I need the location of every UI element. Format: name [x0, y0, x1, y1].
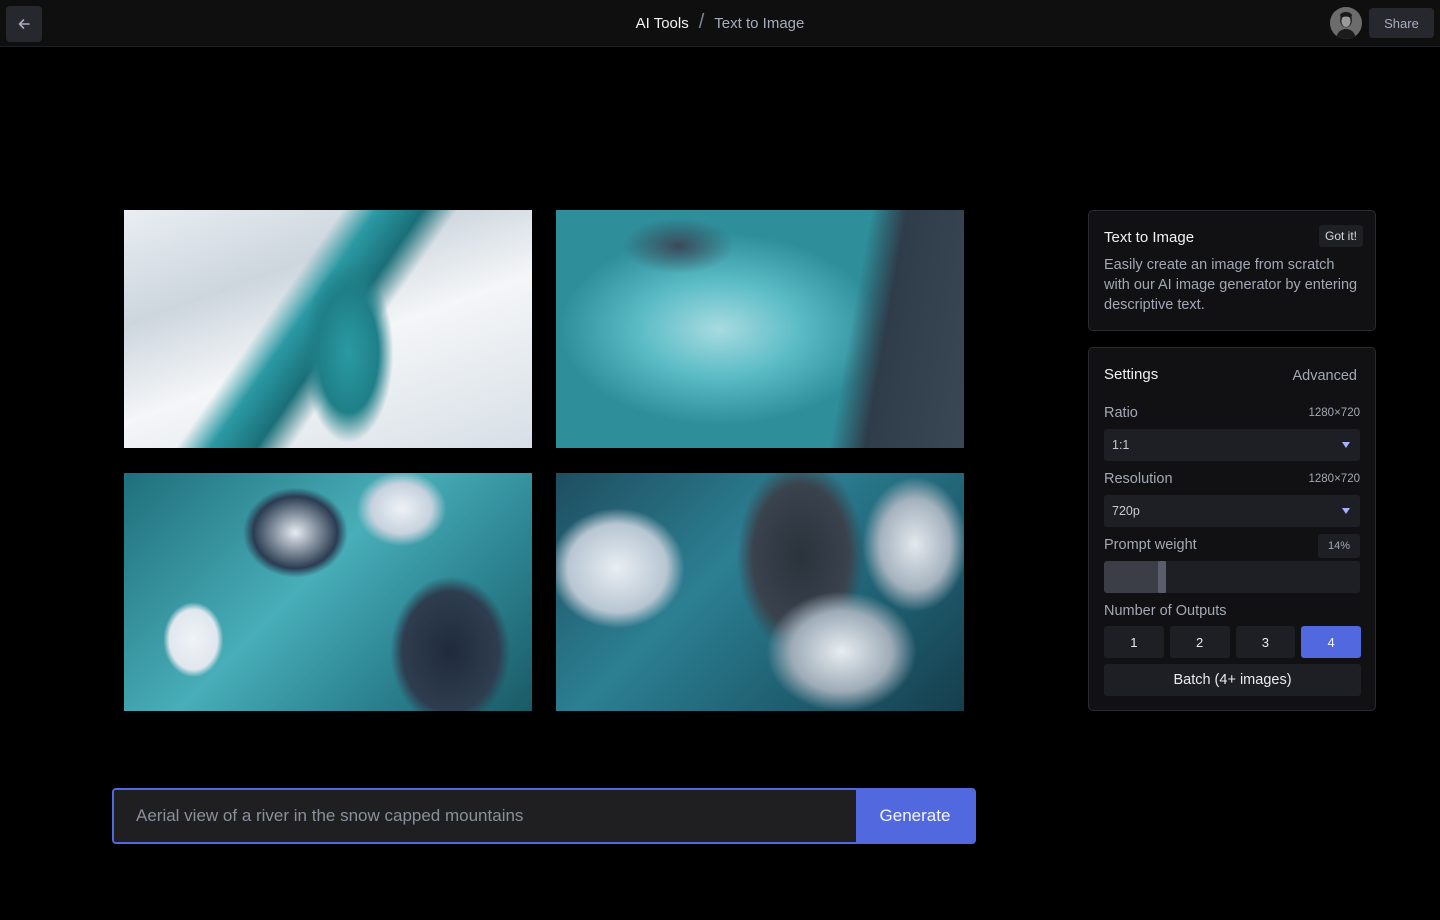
breadcrumb-ai-tools[interactable]: AI Tools: [636, 15, 689, 32]
prompt-weight-value: 14%: [1318, 534, 1360, 558]
got-it-button[interactable]: Got it!: [1319, 225, 1363, 247]
output-option-4[interactable]: 4: [1301, 626, 1361, 658]
prompt-weight-label: Prompt weight: [1104, 537, 1197, 553]
resolution-value: 720p: [1112, 504, 1140, 518]
prompt-input[interactable]: [114, 790, 856, 842]
ratio-dimensions: 1280×720: [1308, 407, 1361, 419]
breadcrumb: AI Tools / Text to Image: [0, 0, 1440, 46]
breadcrumb-current: Text to Image: [714, 14, 805, 32]
info-description: Easily create an image from scratch with…: [1104, 257, 1358, 313]
slider-fill: [1104, 561, 1166, 593]
outputs-selector: 1 2 3 4: [1104, 626, 1361, 658]
settings-panel: Settings Advanced Ratio 1280×720 1:1 Res…: [1088, 347, 1376, 711]
generated-image-3[interactable]: [124, 473, 532, 711]
user-avatar[interactable]: [1330, 7, 1362, 39]
outputs-label: Number of Outputs: [1104, 603, 1227, 619]
advanced-link[interactable]: Advanced: [1293, 368, 1358, 384]
generated-image-4[interactable]: [556, 473, 964, 711]
batch-button[interactable]: Batch (4+ images): [1104, 664, 1361, 696]
output-option-3[interactable]: 3: [1235, 626, 1296, 658]
ratio-select[interactable]: 1:1: [1104, 429, 1360, 461]
info-title: Text to Image: [1104, 229, 1195, 246]
caret-down-icon: [1342, 508, 1350, 514]
output-option-1[interactable]: 1: [1104, 626, 1164, 658]
settings-title: Settings: [1104, 366, 1159, 383]
slider-handle[interactable]: [1158, 561, 1166, 593]
prompt-bar: Generate: [112, 788, 976, 844]
resolution-select[interactable]: 720p: [1104, 495, 1360, 527]
ratio-value: 1:1: [1112, 438, 1130, 452]
generated-image-2[interactable]: [556, 210, 964, 448]
ratio-label: Ratio: [1104, 405, 1138, 421]
caret-down-icon: [1342, 442, 1350, 448]
generate-button[interactable]: Generate: [856, 790, 974, 842]
generated-image-1[interactable]: [124, 210, 532, 448]
output-option-2[interactable]: 2: [1169, 626, 1230, 658]
resolution-dimensions: 1280×720: [1308, 473, 1361, 485]
image-gallery: [124, 210, 964, 711]
resolution-label: Resolution: [1104, 471, 1173, 487]
prompt-weight-slider[interactable]: [1104, 561, 1360, 593]
breadcrumb-separator: /: [698, 10, 705, 33]
share-button[interactable]: Share: [1369, 8, 1434, 38]
top-bar: AI Tools / Text to Image Share: [0, 0, 1440, 47]
avatar-portrait-icon: [1330, 7, 1362, 39]
info-panel: Text to Image Got it! Easily create an i…: [1088, 210, 1376, 331]
